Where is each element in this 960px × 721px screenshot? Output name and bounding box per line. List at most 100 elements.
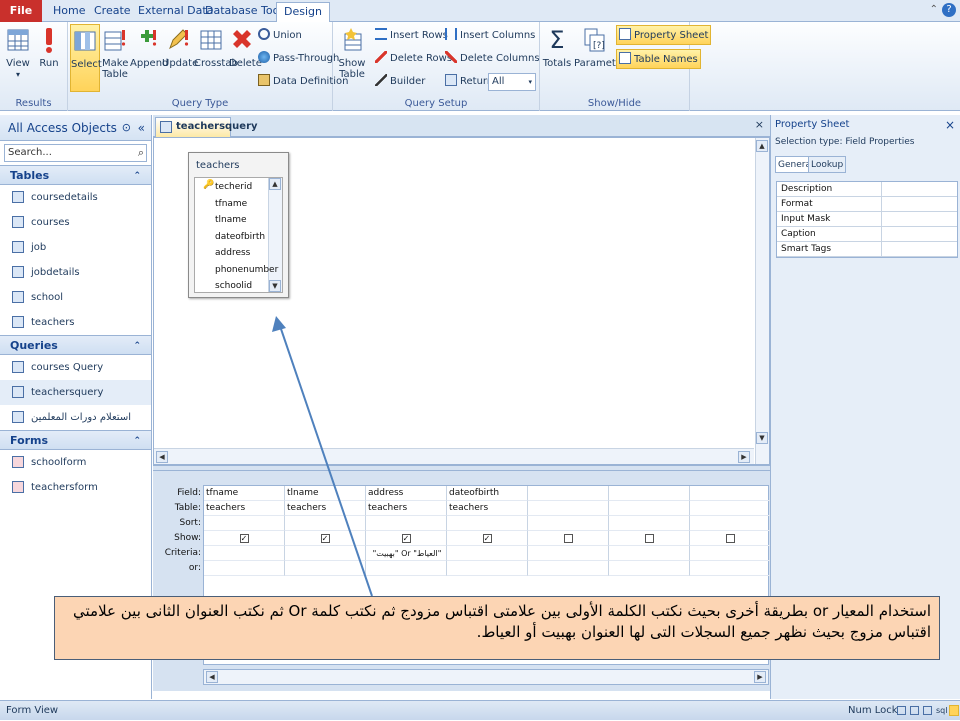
field-item[interactable]: tfname	[215, 199, 247, 209]
grid-or-cell[interactable]	[204, 561, 285, 576]
nav-section-queries[interactable]: Queries ⌃	[0, 335, 151, 355]
pivot-view-icon[interactable]	[910, 706, 919, 715]
nav-item[interactable]: schoolform	[0, 450, 151, 475]
grid-table-cell[interactable]	[528, 501, 609, 516]
grid-or-cell[interactable]	[528, 561, 609, 576]
nav-item[interactable]: teachersform	[0, 475, 151, 500]
grid-horizontal-scrollbar[interactable]: ◀ ▶	[203, 669, 769, 685]
grid-or-cell[interactable]	[366, 561, 447, 576]
totals-button[interactable]: Σ Totals	[542, 26, 572, 69]
property-value[interactable]	[881, 212, 960, 226]
search-input[interactable]: Search... ⌕	[4, 144, 147, 162]
primary-key-field[interactable]: techerid	[215, 182, 252, 192]
grid-or-cell[interactable]	[609, 561, 690, 576]
grid-table-cell[interactable]: teachers	[366, 501, 447, 516]
show-checkbox[interactable]	[563, 534, 573, 543]
grid-show-cell[interactable]	[609, 531, 690, 546]
nav-item[interactable]: job	[0, 235, 151, 260]
grid-sort-cell[interactable]	[285, 516, 366, 531]
grid-criteria-cell[interactable]	[528, 546, 609, 561]
nav-item[interactable]: استعلام دورات المعلمين	[0, 405, 151, 430]
grid-table-cell[interactable]: teachers	[447, 501, 528, 516]
field-item[interactable]: dateofbirth	[215, 232, 265, 242]
chart-view-icon[interactable]	[923, 706, 932, 715]
grid-or-cell[interactable]	[690, 561, 771, 576]
nav-item[interactable]: teachersquery	[0, 380, 151, 405]
crosstab-button[interactable]: Crosstab	[194, 26, 238, 69]
grid-sort-cell[interactable]	[447, 516, 528, 531]
grid-sort-cell[interactable]	[609, 516, 690, 531]
delete-rows-button[interactable]: Delete Rows	[375, 49, 452, 69]
grid-field-cell[interactable]	[690, 486, 771, 501]
close-document-icon[interactable]: ×	[755, 118, 764, 131]
scroll-up-icon[interactable]: ▲	[269, 178, 281, 190]
grid-show-cell[interactable]	[690, 531, 771, 546]
grid-field-cell[interactable]: dateofbirth	[447, 486, 528, 501]
grid-table-cell[interactable]: teachers	[204, 501, 285, 516]
make-table-button[interactable]: Make Table	[102, 26, 128, 80]
scroll-up-icon[interactable]: ▲	[756, 140, 768, 152]
show-checkbox[interactable]: ✓	[401, 534, 411, 543]
property-row[interactable]: Input Mask	[777, 212, 957, 227]
show-checkbox[interactable]: ✓	[482, 534, 492, 543]
field-list-scrollbar[interactable]: ▲ ▼	[268, 178, 282, 292]
nav-item[interactable]: school	[0, 285, 151, 310]
property-value[interactable]	[881, 182, 960, 196]
nav-item[interactable]: jobdetails	[0, 260, 151, 285]
property-value[interactable]	[881, 242, 960, 256]
field-item[interactable]: address	[215, 248, 250, 258]
upper-horizontal-scrollbar[interactable]: ◀ ▶	[154, 448, 754, 464]
grid-show-cell[interactable]: ✓	[366, 531, 447, 546]
nav-section-forms[interactable]: Forms ⌃	[0, 430, 151, 450]
property-sheet-button[interactable]: Property Sheet	[616, 25, 712, 45]
scroll-down-icon[interactable]: ▼	[756, 432, 768, 444]
grid-table-cell[interactable]	[609, 501, 690, 516]
grid-field-cell[interactable]	[609, 486, 690, 501]
grid-table-cell[interactable]	[690, 501, 771, 516]
grid-criteria-cell[interactable]	[690, 546, 771, 561]
search-icon[interactable]: ⌕	[138, 145, 144, 161]
grid-show-cell[interactable]: ✓	[447, 531, 528, 546]
insert-columns-button[interactable]: Insert Columns	[445, 26, 535, 46]
union-button[interactable]: Union	[258, 26, 302, 46]
nav-item[interactable]: courses Query	[0, 355, 151, 380]
select-button[interactable]: Select	[70, 24, 102, 92]
show-checkbox[interactable]: ✓	[320, 534, 330, 543]
nav-menu-chevron-icon[interactable]: ⊙	[122, 115, 131, 141]
grid-sort-cell[interactable]	[366, 516, 447, 531]
property-row[interactable]: Description	[777, 182, 957, 197]
update-button[interactable]: Update	[162, 26, 198, 69]
grid-table-cell[interactable]: teachers	[285, 501, 366, 516]
grid-or-cell[interactable]	[285, 561, 366, 576]
tab-teachersquery[interactable]: teachersquery	[155, 117, 258, 137]
parameters-button[interactable]: [?] Parameters	[574, 26, 631, 69]
sql-view-icon[interactable]: sql	[936, 701, 947, 721]
property-row[interactable]: Format	[777, 197, 957, 212]
property-value[interactable]	[881, 197, 960, 211]
insert-rows-button[interactable]: Insert Rows	[375, 26, 448, 46]
collapse-section-icon[interactable]: ⌃	[133, 166, 141, 186]
scroll-left-icon[interactable]: ◀	[156, 451, 168, 463]
grid-show-cell[interactable]: ✓	[204, 531, 285, 546]
close-icon[interactable]: ×	[945, 115, 955, 135]
scroll-right-icon[interactable]: ▶	[754, 671, 766, 683]
nav-item[interactable]: coursedetails	[0, 185, 151, 210]
grid-sort-cell[interactable]	[204, 516, 285, 531]
nav-header[interactable]: All Access Objects ⊙ «	[0, 115, 151, 141]
tab-home[interactable]: Home	[46, 2, 92, 22]
run-button[interactable]: Run	[36, 26, 62, 69]
view-button[interactable]: View ▾	[4, 26, 32, 80]
grid-sort-cell[interactable]	[528, 516, 609, 531]
show-checkbox[interactable]: ✓	[239, 534, 249, 543]
property-row[interactable]: Smart Tags	[777, 242, 957, 257]
tab-design[interactable]: Design	[276, 2, 330, 23]
collapse-ribbon-icon[interactable]: ⌃	[930, 4, 938, 15]
scroll-left-icon[interactable]: ◀	[206, 671, 218, 683]
grid-field-cell[interactable]	[528, 486, 609, 501]
tab-file[interactable]: File	[0, 0, 42, 22]
grid-field-cell[interactable]: tlname	[285, 486, 366, 501]
grid-criteria-cell[interactable]	[447, 546, 528, 561]
collapse-section-icon[interactable]: ⌃	[133, 336, 141, 356]
upper-vertical-scrollbar[interactable]: ▲ ▼	[755, 138, 769, 464]
grid-criteria-cell[interactable]	[285, 546, 366, 561]
